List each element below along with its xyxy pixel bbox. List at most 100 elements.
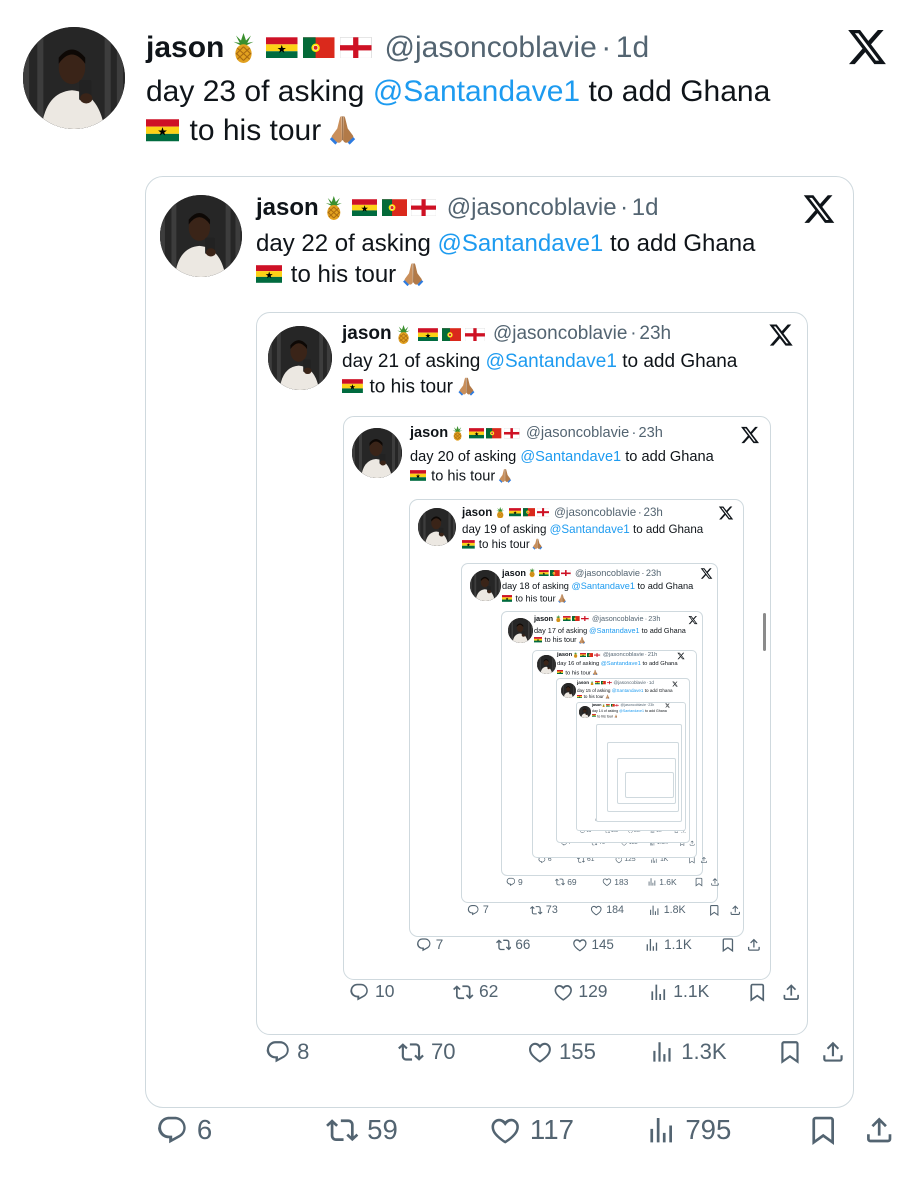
reply-button[interactable]: 8 bbox=[258, 1037, 309, 1068]
tweet-text: day 14 of asking @Santandave1 to add Gha… bbox=[592, 709, 667, 719]
like-button[interactable]: 117 bbox=[481, 1111, 574, 1150]
tweet-text: day 19 of asking @Santandave1 to add Gha… bbox=[462, 522, 703, 552]
reply-button[interactable]: 6 bbox=[148, 1111, 212, 1150]
views-button[interactable]: 1.6K bbox=[644, 876, 677, 888]
repost-button[interactable]: 66 bbox=[492, 936, 530, 955]
bookmark-icon bbox=[747, 982, 768, 1003]
repost-button[interactable]: 59 bbox=[318, 1111, 398, 1150]
reply-button[interactable]: 7 bbox=[464, 903, 489, 918]
folded-hands-icon bbox=[326, 112, 359, 145]
mention-link[interactable]: @Santandave1 bbox=[520, 449, 621, 465]
reply-button[interactable]: 9 bbox=[503, 876, 523, 888]
tweet-header: jason @jasoncoblavie · 23h bbox=[410, 424, 663, 443]
replies-count: 7 bbox=[435, 937, 444, 953]
share-icon bbox=[781, 982, 802, 1003]
reply-button[interactable]: 7 bbox=[412, 936, 443, 955]
mention-link[interactable]: @Santandave1 bbox=[589, 626, 639, 635]
bookmark-button[interactable] bbox=[691, 876, 703, 888]
x-logo-icon bbox=[677, 652, 685, 660]
author-name: jason bbox=[146, 30, 225, 64]
mention-link[interactable]: @Santandave1 bbox=[571, 581, 634, 591]
share-button[interactable] bbox=[726, 903, 742, 918]
bookmark-button[interactable] bbox=[705, 903, 721, 918]
portugal-flag-icon bbox=[486, 428, 502, 439]
x-logo-icon bbox=[846, 26, 888, 68]
views-button[interactable]: 795 bbox=[636, 1111, 731, 1150]
tweet-text-prefix: day 20 of asking bbox=[410, 449, 521, 465]
action-bar: 7 73 184 1.8K bbox=[464, 903, 740, 918]
tweet-time: 21h bbox=[647, 651, 658, 658]
avatar[interactable] bbox=[561, 683, 576, 698]
mention-link[interactable]: @Santandave1 bbox=[373, 75, 580, 108]
reply-button[interactable]: 10 bbox=[344, 980, 394, 1004]
reply-icon bbox=[349, 982, 370, 1003]
author-name: jason bbox=[410, 425, 449, 442]
like-icon bbox=[602, 877, 612, 887]
avatar[interactable] bbox=[160, 195, 242, 277]
like-button[interactable]: 129 bbox=[547, 980, 608, 1004]
tweet-time: 1d bbox=[631, 193, 659, 221]
avatar[interactable] bbox=[470, 570, 501, 601]
tweet-header: jason @jasoncoblavie · 1d bbox=[146, 28, 649, 67]
like-button[interactable]: 183 bbox=[599, 876, 628, 888]
repost-icon bbox=[398, 1039, 425, 1065]
repost-button[interactable]: 62 bbox=[448, 980, 498, 1004]
mention-link[interactable]: @Santandave1 bbox=[437, 230, 603, 257]
share-button[interactable] bbox=[776, 980, 802, 1004]
author-handle: @jasoncoblavie bbox=[603, 651, 645, 658]
share-button[interactable] bbox=[742, 936, 762, 955]
avatar[interactable] bbox=[579, 706, 591, 718]
mention-link[interactable]: @Santandave1 bbox=[601, 661, 641, 667]
tweet-text-suffix: to add Ghana bbox=[640, 661, 678, 667]
share-button[interactable] bbox=[814, 1037, 847, 1068]
ghana-flag-icon bbox=[266, 37, 298, 59]
share-icon bbox=[710, 877, 720, 887]
portugal-flag-icon bbox=[441, 327, 462, 342]
share-button[interactable] bbox=[698, 855, 708, 864]
repost-button[interactable]: 69 bbox=[552, 876, 577, 888]
bookmark-button[interactable] bbox=[799, 1111, 840, 1150]
mention-link[interactable]: @Santandave1 bbox=[619, 709, 644, 713]
avatar[interactable] bbox=[23, 27, 125, 129]
portugal-flag-icon bbox=[381, 199, 407, 216]
like-button[interactable]: 184 bbox=[587, 903, 624, 918]
views-button[interactable]: 1.3K bbox=[642, 1037, 727, 1068]
folded-hands-icon bbox=[456, 375, 477, 396]
mention-link[interactable]: @Santandave1 bbox=[486, 351, 617, 372]
avatar[interactable] bbox=[537, 655, 556, 674]
separator-dot: · bbox=[637, 506, 642, 520]
ghana-flag-icon bbox=[577, 695, 583, 699]
replies-count: 8 bbox=[297, 1038, 310, 1064]
avatar[interactable] bbox=[352, 428, 402, 478]
repost-button[interactable]: 73 bbox=[527, 903, 558, 918]
avatar[interactable] bbox=[268, 326, 332, 390]
tweet-text-line: to his tour bbox=[146, 111, 770, 150]
like-button[interactable]: 145 bbox=[568, 936, 614, 955]
views-button[interactable]: 1.8K bbox=[645, 903, 686, 918]
like-button[interactable]: 155 bbox=[520, 1037, 596, 1068]
bookmark-button[interactable] bbox=[742, 980, 768, 1004]
tweet-text-line: day 16 of asking @Santandave1 to add Gha… bbox=[557, 661, 678, 669]
x-logo-icon bbox=[718, 505, 734, 521]
repost-button[interactable]: 70 bbox=[392, 1037, 456, 1068]
views-button[interactable]: 1.1K bbox=[642, 980, 709, 1004]
likes-count: 145 bbox=[591, 937, 614, 953]
share-button[interactable] bbox=[855, 1111, 896, 1150]
mention-link[interactable]: @Santandave1 bbox=[550, 523, 630, 536]
bookmark-button[interactable] bbox=[716, 936, 736, 955]
avatar[interactable] bbox=[418, 508, 456, 546]
bookmark-button[interactable] bbox=[770, 1037, 803, 1068]
scrollbar-thumb[interactable] bbox=[763, 613, 766, 651]
pineapple-icon bbox=[555, 615, 562, 623]
name-emojis bbox=[602, 703, 620, 708]
name-emojis bbox=[230, 32, 377, 63]
quoted-tweet-card[interactable] bbox=[625, 772, 674, 798]
portugal-flag-icon bbox=[303, 37, 335, 59]
mention-link[interactable]: @Santandave1 bbox=[612, 688, 644, 693]
tweet-text-line2: to his tour bbox=[290, 261, 397, 289]
tweet-text-suffix: to add Ghana bbox=[634, 581, 694, 591]
ghana-flag-icon bbox=[563, 616, 571, 622]
views-button[interactable]: 1.1K bbox=[640, 936, 692, 955]
avatar[interactable] bbox=[508, 618, 533, 643]
share-button[interactable] bbox=[707, 876, 719, 888]
